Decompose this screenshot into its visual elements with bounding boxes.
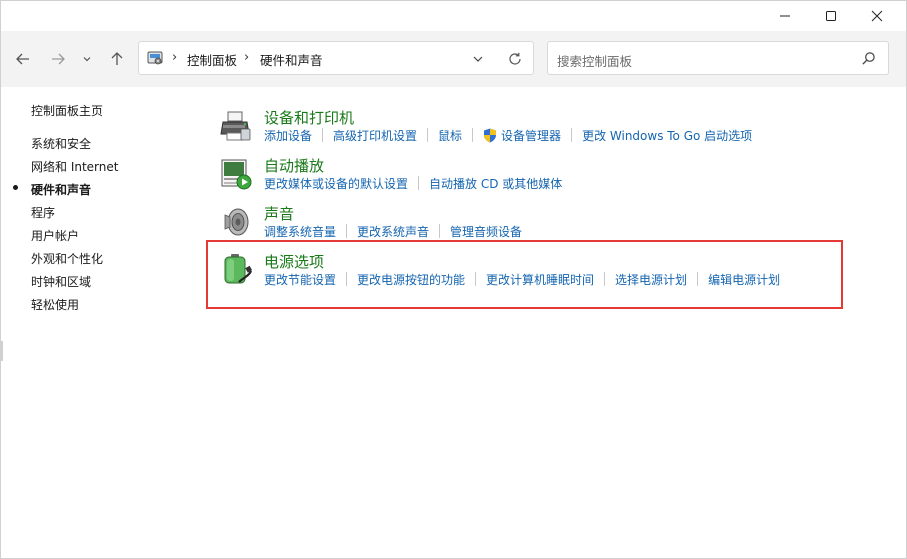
link-advanced-printer-setup[interactable]: 高级打印机设置	[333, 127, 417, 144]
link-mouse[interactable]: 鼠标	[438, 127, 462, 144]
chevron-down-icon[interactable]	[471, 52, 485, 66]
close-button[interactable]	[854, 1, 900, 31]
address-bar[interactable]: › 控制面板 › 硬件和声音	[138, 41, 534, 75]
link-divider	[472, 128, 474, 142]
link-divider	[427, 128, 429, 142]
sidebar-item-clock-region[interactable]: 时钟和区域	[31, 273, 91, 290]
search-box[interactable]: 搜索控制面板	[547, 41, 889, 75]
category-title-sound[interactable]: 声音	[264, 203, 294, 224]
search-icon[interactable]	[861, 51, 876, 66]
link-device-manager[interactable]: 设备管理器	[501, 127, 561, 144]
breadcrumb-separator: ›	[244, 50, 250, 65]
link-autoplay-cd[interactable]: 自动播放 CD 或其他媒体	[429, 175, 562, 192]
link-divider	[439, 224, 441, 238]
maximize-icon	[826, 11, 836, 21]
sidebar-item-home[interactable]: 控制面板主页	[31, 102, 103, 119]
refresh-icon[interactable]	[507, 51, 523, 67]
category-title-devices-printers[interactable]: 设备和打印机	[264, 107, 354, 128]
current-item-indicator	[13, 185, 18, 190]
breadcrumb-control-panel[interactable]: 控制面板	[187, 50, 237, 69]
shield-icon	[484, 128, 497, 142]
arrow-up-icon	[111, 52, 123, 65]
printer-icon[interactable]	[219, 109, 253, 143]
link-adjust-volume[interactable]: 调整系统音量	[264, 223, 336, 240]
speaker-icon[interactable]	[219, 205, 253, 239]
sidebar-item-appearance[interactable]: 外观和个性化	[31, 250, 103, 267]
link-windows-to-go[interactable]: 更改 Windows To Go 启动选项	[582, 127, 752, 144]
link-change-media-defaults[interactable]: 更改媒体或设备的默认设置	[264, 175, 408, 192]
link-divider	[322, 128, 324, 142]
arrow-left-icon	[16, 53, 29, 65]
sidebar-item-network[interactable]: 网络和 Internet	[31, 158, 118, 175]
category-title-autoplay[interactable]: 自动播放	[264, 155, 324, 176]
control-panel-icon	[147, 51, 163, 65]
link-change-system-sounds[interactable]: 更改系统声音	[357, 223, 429, 240]
breadcrumb-separator: ›	[172, 50, 178, 65]
sidebar-item-user-accounts[interactable]: 用户帐户	[31, 227, 79, 244]
control-panel-window: › 控制面板 › 硬件和声音 搜索控制面板 控制面板主页 系统和安全 网络和 I…	[0, 0, 907, 559]
window-edge-mark	[1, 341, 3, 361]
recent-locations-button[interactable]	[78, 48, 96, 70]
arrow-right-icon	[52, 53, 65, 65]
link-add-device[interactable]: 添加设备	[264, 127, 312, 144]
link-divider	[418, 176, 420, 190]
chevron-down-icon	[83, 57, 91, 62]
link-divider	[571, 128, 573, 142]
category-links-sound: 调整系统音量 更改系统声音 管理音频设备	[264, 223, 522, 239]
back-button[interactable]	[12, 48, 34, 70]
breadcrumb-hardware-sound[interactable]: 硬件和声音	[260, 50, 323, 69]
sidebar-item-programs[interactable]: 程序	[31, 204, 55, 221]
sidebar-item-hardware-sound[interactable]: 硬件和声音	[31, 181, 91, 198]
link-manage-audio-devices[interactable]: 管理音频设备	[450, 223, 522, 240]
minimize-icon	[780, 15, 790, 17]
minimize-button[interactable]	[762, 1, 808, 31]
category-links-devices-printers: 添加设备 高级打印机设置 鼠标 设备管理器 更改 Windows To Go 启…	[264, 127, 752, 143]
sidebar-item-ease-of-access[interactable]: 轻松使用	[31, 296, 79, 313]
close-icon	[871, 10, 883, 22]
navigation-bar: › 控制面板 › 硬件和声音 搜索控制面板	[1, 31, 906, 87]
sidebar-item-system-security[interactable]: 系统和安全	[31, 135, 91, 152]
category-links-autoplay: 更改媒体或设备的默认设置 自动播放 CD 或其他媒体	[264, 175, 562, 191]
autoplay-icon[interactable]	[219, 157, 253, 191]
up-button[interactable]	[106, 48, 128, 70]
highlight-annotation-box	[206, 240, 843, 309]
search-placeholder: 搜索控制面板	[557, 54, 633, 69]
link-divider	[346, 224, 348, 238]
title-bar	[1, 1, 906, 31]
maximize-button[interactable]	[808, 1, 854, 31]
forward-button[interactable]	[47, 48, 69, 70]
